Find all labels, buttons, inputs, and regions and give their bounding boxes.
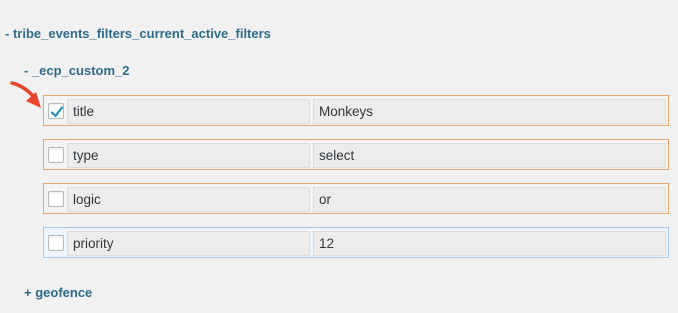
row-checkbox-title[interactable]	[48, 103, 64, 119]
row-checkbox-type[interactable]	[48, 147, 64, 163]
checkmark-icon	[50, 106, 64, 118]
row-key-field[interactable]: title	[67, 99, 310, 124]
row-value-field[interactable]: Monkeys	[313, 99, 666, 124]
tree-node-ecp-custom-2-toggle[interactable]: - _ecp_custom_2	[24, 63, 130, 78]
row-value-field[interactable]: or	[313, 187, 666, 212]
row-checkbox-priority[interactable]	[48, 235, 64, 251]
row-key-field[interactable]: priority	[67, 231, 310, 256]
row-value-field[interactable]: select	[313, 143, 666, 168]
property-row-logic: logic or	[43, 183, 669, 214]
row-key-field[interactable]: logic	[67, 187, 310, 212]
property-row-title: title Monkeys	[43, 95, 669, 126]
row-checkbox-logic[interactable]	[48, 191, 64, 207]
property-row-type: type select	[43, 139, 669, 170]
red-arrow-icon	[10, 81, 41, 108]
tree-node-geofence-toggle[interactable]: + geofence	[24, 285, 92, 300]
row-value-field[interactable]: 12	[313, 231, 666, 256]
property-row-priority: priority 12	[43, 227, 669, 258]
row-key-field[interactable]: type	[67, 143, 310, 168]
tree-node-root-toggle[interactable]: - tribe_events_filters_current_active_fi…	[5, 26, 271, 41]
